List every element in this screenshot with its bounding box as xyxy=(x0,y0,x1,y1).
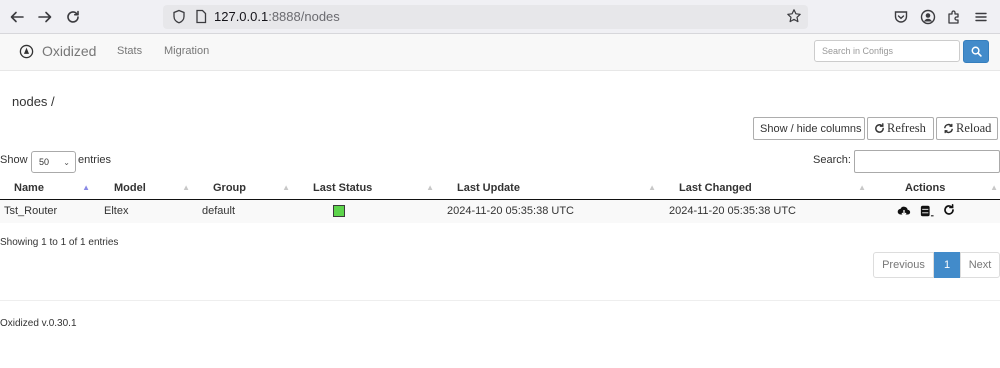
pocket-button[interactable] xyxy=(891,7,911,27)
search-label: Search: xyxy=(813,154,851,166)
menu-button[interactable] xyxy=(971,7,991,27)
cloud-download-icon[interactable] xyxy=(897,204,911,218)
show-label: Show xyxy=(0,154,28,166)
refresh-icon xyxy=(874,123,885,134)
sort-icon: ▲ xyxy=(282,183,290,192)
bookmark-star-icon[interactable] xyxy=(786,8,802,24)
table-info: Showing 1 to 1 of 1 entries xyxy=(0,237,119,248)
reload-label: Reload xyxy=(956,121,992,135)
back-arrow-icon xyxy=(10,11,24,23)
refresh-label: Refresh xyxy=(887,121,926,135)
back-button[interactable] xyxy=(6,6,28,28)
table-search-input[interactable] xyxy=(854,150,1000,173)
search-icon xyxy=(971,46,982,57)
oxidized-logo-icon xyxy=(19,44,34,58)
brand-link[interactable]: Oxidized xyxy=(19,43,96,59)
refresh-button[interactable]: Refresh xyxy=(867,117,934,140)
page-length-select[interactable]: 50 ⌄ xyxy=(31,151,76,173)
pagination: Previous 1 Next xyxy=(873,252,1000,278)
sort-icon: ▲ xyxy=(426,183,434,192)
reload-button[interactable]: Reload xyxy=(936,117,998,140)
table-row: Tst_Router Eltex default 2024-11-20 05:3… xyxy=(0,199,1000,223)
config-search-input[interactable]: Search in Configs xyxy=(814,40,960,62)
sort-icon: ▲︎ xyxy=(182,183,190,192)
pagination-page-1[interactable]: 1 xyxy=(934,252,960,278)
sort-icon: ▲ xyxy=(858,183,866,192)
column-header-last-update[interactable]: Last Update ▲ xyxy=(444,177,666,200)
reload-icon xyxy=(67,10,79,23)
account-icon xyxy=(920,9,936,25)
shield-icon xyxy=(173,9,185,24)
table-header-row: Name ▲ Model ▲︎ Group ▲ Last Status ▲ Last U… xyxy=(0,177,1000,200)
column-header-last-status[interactable]: Last Status ▲ xyxy=(300,177,444,200)
column-header-model[interactable]: Model ▲︎ xyxy=(100,177,200,200)
footer-version: Oxidized v.0.30.1 xyxy=(0,318,77,329)
page-length-value: 50 xyxy=(39,157,50,167)
cell-group: default xyxy=(200,199,300,223)
pocket-icon xyxy=(894,11,908,23)
cell-actions xyxy=(876,199,1000,223)
nodes-table: Name ▲ Model ▲︎ Group ▲ Last Status ▲ Last U… xyxy=(0,177,1000,223)
sort-icon: ▲ xyxy=(990,183,998,192)
config-search-button[interactable] xyxy=(963,40,989,63)
forward-arrow-icon xyxy=(38,11,52,23)
forward-button[interactable] xyxy=(34,6,56,28)
page-icon xyxy=(196,9,207,24)
sort-ascending-icon: ▲ xyxy=(82,183,90,192)
puzzle-icon xyxy=(948,10,959,24)
footer-divider xyxy=(0,300,1000,301)
cell-last-status xyxy=(300,199,444,223)
show-hide-columns-label: Show / hide columns xyxy=(760,122,862,135)
account-button[interactable] xyxy=(918,7,938,27)
pagination-previous[interactable]: Previous xyxy=(873,252,934,278)
pagination-next[interactable]: Next xyxy=(960,252,1000,278)
chevron-down-icon: ⌄ xyxy=(63,158,70,167)
cell-model: Eltex xyxy=(100,199,200,223)
column-header-group[interactable]: Group ▲ xyxy=(200,177,300,200)
sort-icon: ▲ xyxy=(648,183,656,192)
column-header-last-changed[interactable]: Last Changed ▲ xyxy=(666,177,876,200)
hamburger-menu-icon xyxy=(975,12,987,22)
column-header-actions[interactable]: Actions ▲ xyxy=(876,177,1000,200)
cell-last-update: 2024-11-20 05:35:38 UTC xyxy=(444,199,666,223)
url-text: 127.0.0.1:8888/nodes xyxy=(214,9,340,24)
brand-name: Oxidized xyxy=(42,43,97,59)
browser-toolbar: 127.0.0.1:8888/nodes xyxy=(0,0,1000,34)
extensions-button[interactable] xyxy=(944,7,964,27)
nav-link-migration[interactable]: Migration xyxy=(164,45,209,57)
nav-link-stats[interactable]: Stats xyxy=(117,45,142,57)
refresh-icon[interactable] xyxy=(943,204,957,218)
page-title: nodes / xyxy=(12,94,55,109)
cell-last-changed: 2024-11-20 05:35:38 UTC xyxy=(666,199,876,223)
column-header-name[interactable]: Name ▲ xyxy=(0,177,100,200)
entries-label: entries xyxy=(78,154,112,166)
reload-icon xyxy=(943,123,954,134)
reload-page-button[interactable] xyxy=(62,6,84,28)
app-navbar: Oxidized Stats Migration Search in Confi… xyxy=(0,34,1000,71)
status-indicator xyxy=(333,205,345,218)
cell-name[interactable]: Tst_Router xyxy=(0,199,100,223)
address-bar[interactable]: 127.0.0.1:8888/nodes xyxy=(163,5,808,29)
show-hide-columns-button[interactable]: Show / hide columns xyxy=(753,117,865,140)
database-icon[interactable] xyxy=(920,204,934,218)
